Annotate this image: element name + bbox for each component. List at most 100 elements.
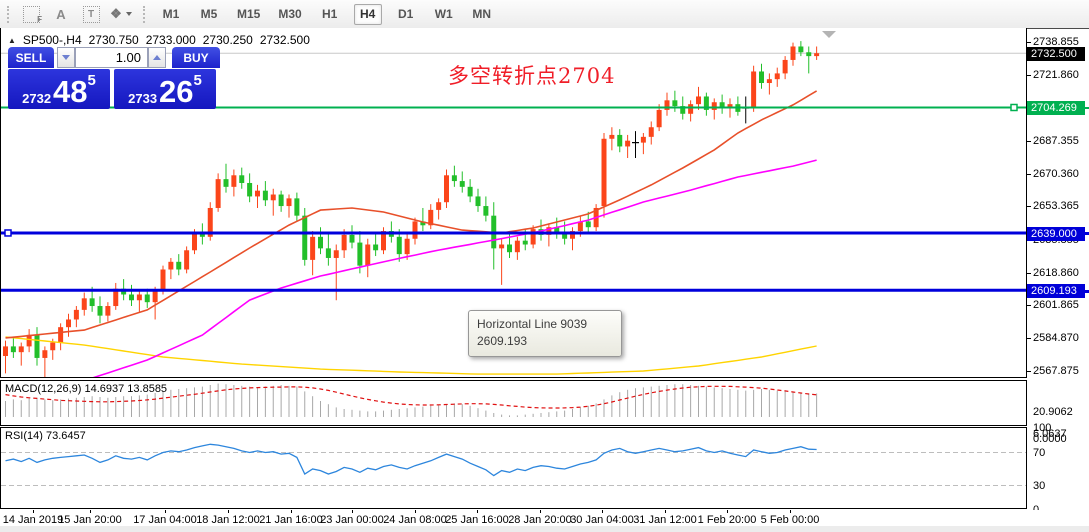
macd-bar — [107, 397, 109, 417]
axis-tick-mark — [1027, 272, 1031, 274]
ma-fast-line — [5, 90, 818, 339]
macd-bar — [422, 406, 424, 417]
buy-price-box[interactable]: 2733 26 5 — [114, 69, 216, 109]
dotted-box: T — [82, 5, 100, 23]
macd-bar — [178, 389, 180, 417]
expand-triangle-icon[interactable]: ▲ — [8, 36, 16, 45]
timeframe-m15[interactable]: M15 — [233, 4, 264, 25]
macd-bar — [162, 391, 164, 417]
symbol-period: SP500-,H4 — [22, 33, 82, 47]
macd-bar — [595, 403, 597, 417]
candle-body — [144, 294, 150, 303]
chart-annotation: 多空转折点2704 — [448, 64, 616, 88]
time-tick-mark — [602, 510, 603, 513]
ohlc-high: 2733.000 — [145, 33, 196, 47]
sell-price-big: 48 — [53, 74, 88, 109]
candle-body — [50, 342, 56, 351]
timeframe-h4[interactable]: H4 — [353, 3, 382, 25]
macd-bar — [658, 385, 660, 417]
timeframe-m5[interactable]: M5 — [195, 4, 223, 25]
candle-body — [774, 73, 780, 80]
macd-bar — [146, 394, 148, 417]
macd-bar — [461, 404, 463, 417]
price-badge: 2704.269 — [1027, 101, 1085, 116]
time-tick-mark — [165, 510, 166, 513]
macd-bar — [603, 399, 605, 417]
macd-bar — [20, 400, 22, 417]
volume-up-button[interactable] — [148, 47, 166, 68]
buy-price-sup: 5 — [193, 72, 202, 89]
candle-body — [247, 182, 253, 197]
candle-body — [294, 198, 300, 216]
macd-bar — [682, 384, 684, 417]
macd-bar — [705, 386, 707, 417]
macd-bar — [406, 408, 408, 417]
chart-shift-marker[interactable] — [822, 31, 836, 38]
candle-body — [436, 202, 442, 210]
macd-bar — [123, 396, 125, 417]
macd-bar — [721, 388, 723, 417]
macd-bar — [737, 389, 739, 417]
time-tick-label: 28 Jan 20:00 — [508, 514, 572, 526]
axis-tick-mark — [1027, 42, 1031, 43]
candle-body — [223, 179, 229, 187]
volume-input[interactable]: 1.00 — [75, 47, 148, 68]
macd-bar — [186, 388, 188, 417]
ohlc-open: 2730.750 — [88, 33, 139, 47]
sell-button[interactable]: SELL — [8, 47, 54, 68]
macd-bar — [312, 396, 314, 417]
macd-panel[interactable]: MACD(12,26,9) 14.6937 13.8585 — [0, 380, 1027, 426]
macd-bar — [60, 399, 62, 417]
candle-body — [688, 104, 694, 114]
candle-body — [656, 109, 662, 128]
candle-body — [798, 46, 804, 53]
axis-tick-mark — [1027, 305, 1031, 307]
macd-bar — [91, 396, 93, 417]
toolbar-grip[interactable] — [7, 5, 9, 23]
macd-bar — [288, 385, 290, 417]
price-axis[interactable]: 2738.855 2721.860 2687.355 2670.360 2653.365… — [1027, 29, 1089, 516]
text-a-icon[interactable]: A — [50, 4, 72, 24]
ma-mid-line — [92, 159, 817, 377]
line-handle[interactable] — [4, 229, 12, 237]
axis-tick-mark — [1027, 206, 1031, 208]
macd-bar — [776, 390, 778, 417]
candle-body — [640, 136, 646, 143]
macd-bar — [138, 395, 140, 417]
buy-price-small: 2733 — [128, 91, 158, 106]
volume-down-button[interactable] — [57, 47, 75, 68]
price-tick-label: 2670.360 — [1033, 167, 1079, 180]
axis-tick-mark — [1027, 173, 1031, 175]
macd-bar — [170, 389, 172, 417]
time-tick-mark — [352, 510, 353, 513]
timeframe-w1[interactable]: W1 — [430, 4, 458, 25]
timeframe-d1[interactable]: D1 — [392, 4, 420, 25]
sell-price-box[interactable]: 2732 48 5 — [8, 69, 110, 109]
rsi-panel[interactable]: RSI(14) 73.6457 — [0, 427, 1027, 509]
buy-button[interactable]: BUY — [172, 47, 220, 68]
text-label-icon[interactable]: T — [80, 4, 102, 24]
candle-body — [136, 294, 142, 301]
timeframe-m1[interactable]: M1 — [157, 4, 185, 25]
candle-body — [3, 346, 8, 357]
ohlc-low: 2730.250 — [202, 33, 253, 47]
macd-bar — [453, 403, 455, 417]
toolbar-grip[interactable] — [143, 5, 145, 23]
timeframe-m30[interactable]: M30 — [274, 4, 305, 25]
new-order-f-icon[interactable]: F — [20, 4, 42, 24]
time-tick-mark — [727, 510, 728, 513]
macd-bar — [587, 405, 589, 417]
window-bottom-edge — [0, 526, 1089, 532]
macd-bar — [556, 411, 558, 417]
line-handle[interactable] — [1010, 103, 1018, 112]
macd-bar — [359, 410, 361, 417]
arrow-tools-icon[interactable]: ❖ — [110, 4, 132, 24]
candle-body — [514, 240, 520, 253]
macd-bar — [753, 389, 755, 417]
candle-body — [751, 71, 757, 109]
timeframe-mn[interactable]: MN — [468, 4, 496, 25]
line-stub — [1084, 232, 1089, 236]
candle-body — [81, 298, 87, 310]
macd-bar — [115, 397, 117, 417]
timeframe-h1[interactable]: H1 — [316, 4, 344, 25]
